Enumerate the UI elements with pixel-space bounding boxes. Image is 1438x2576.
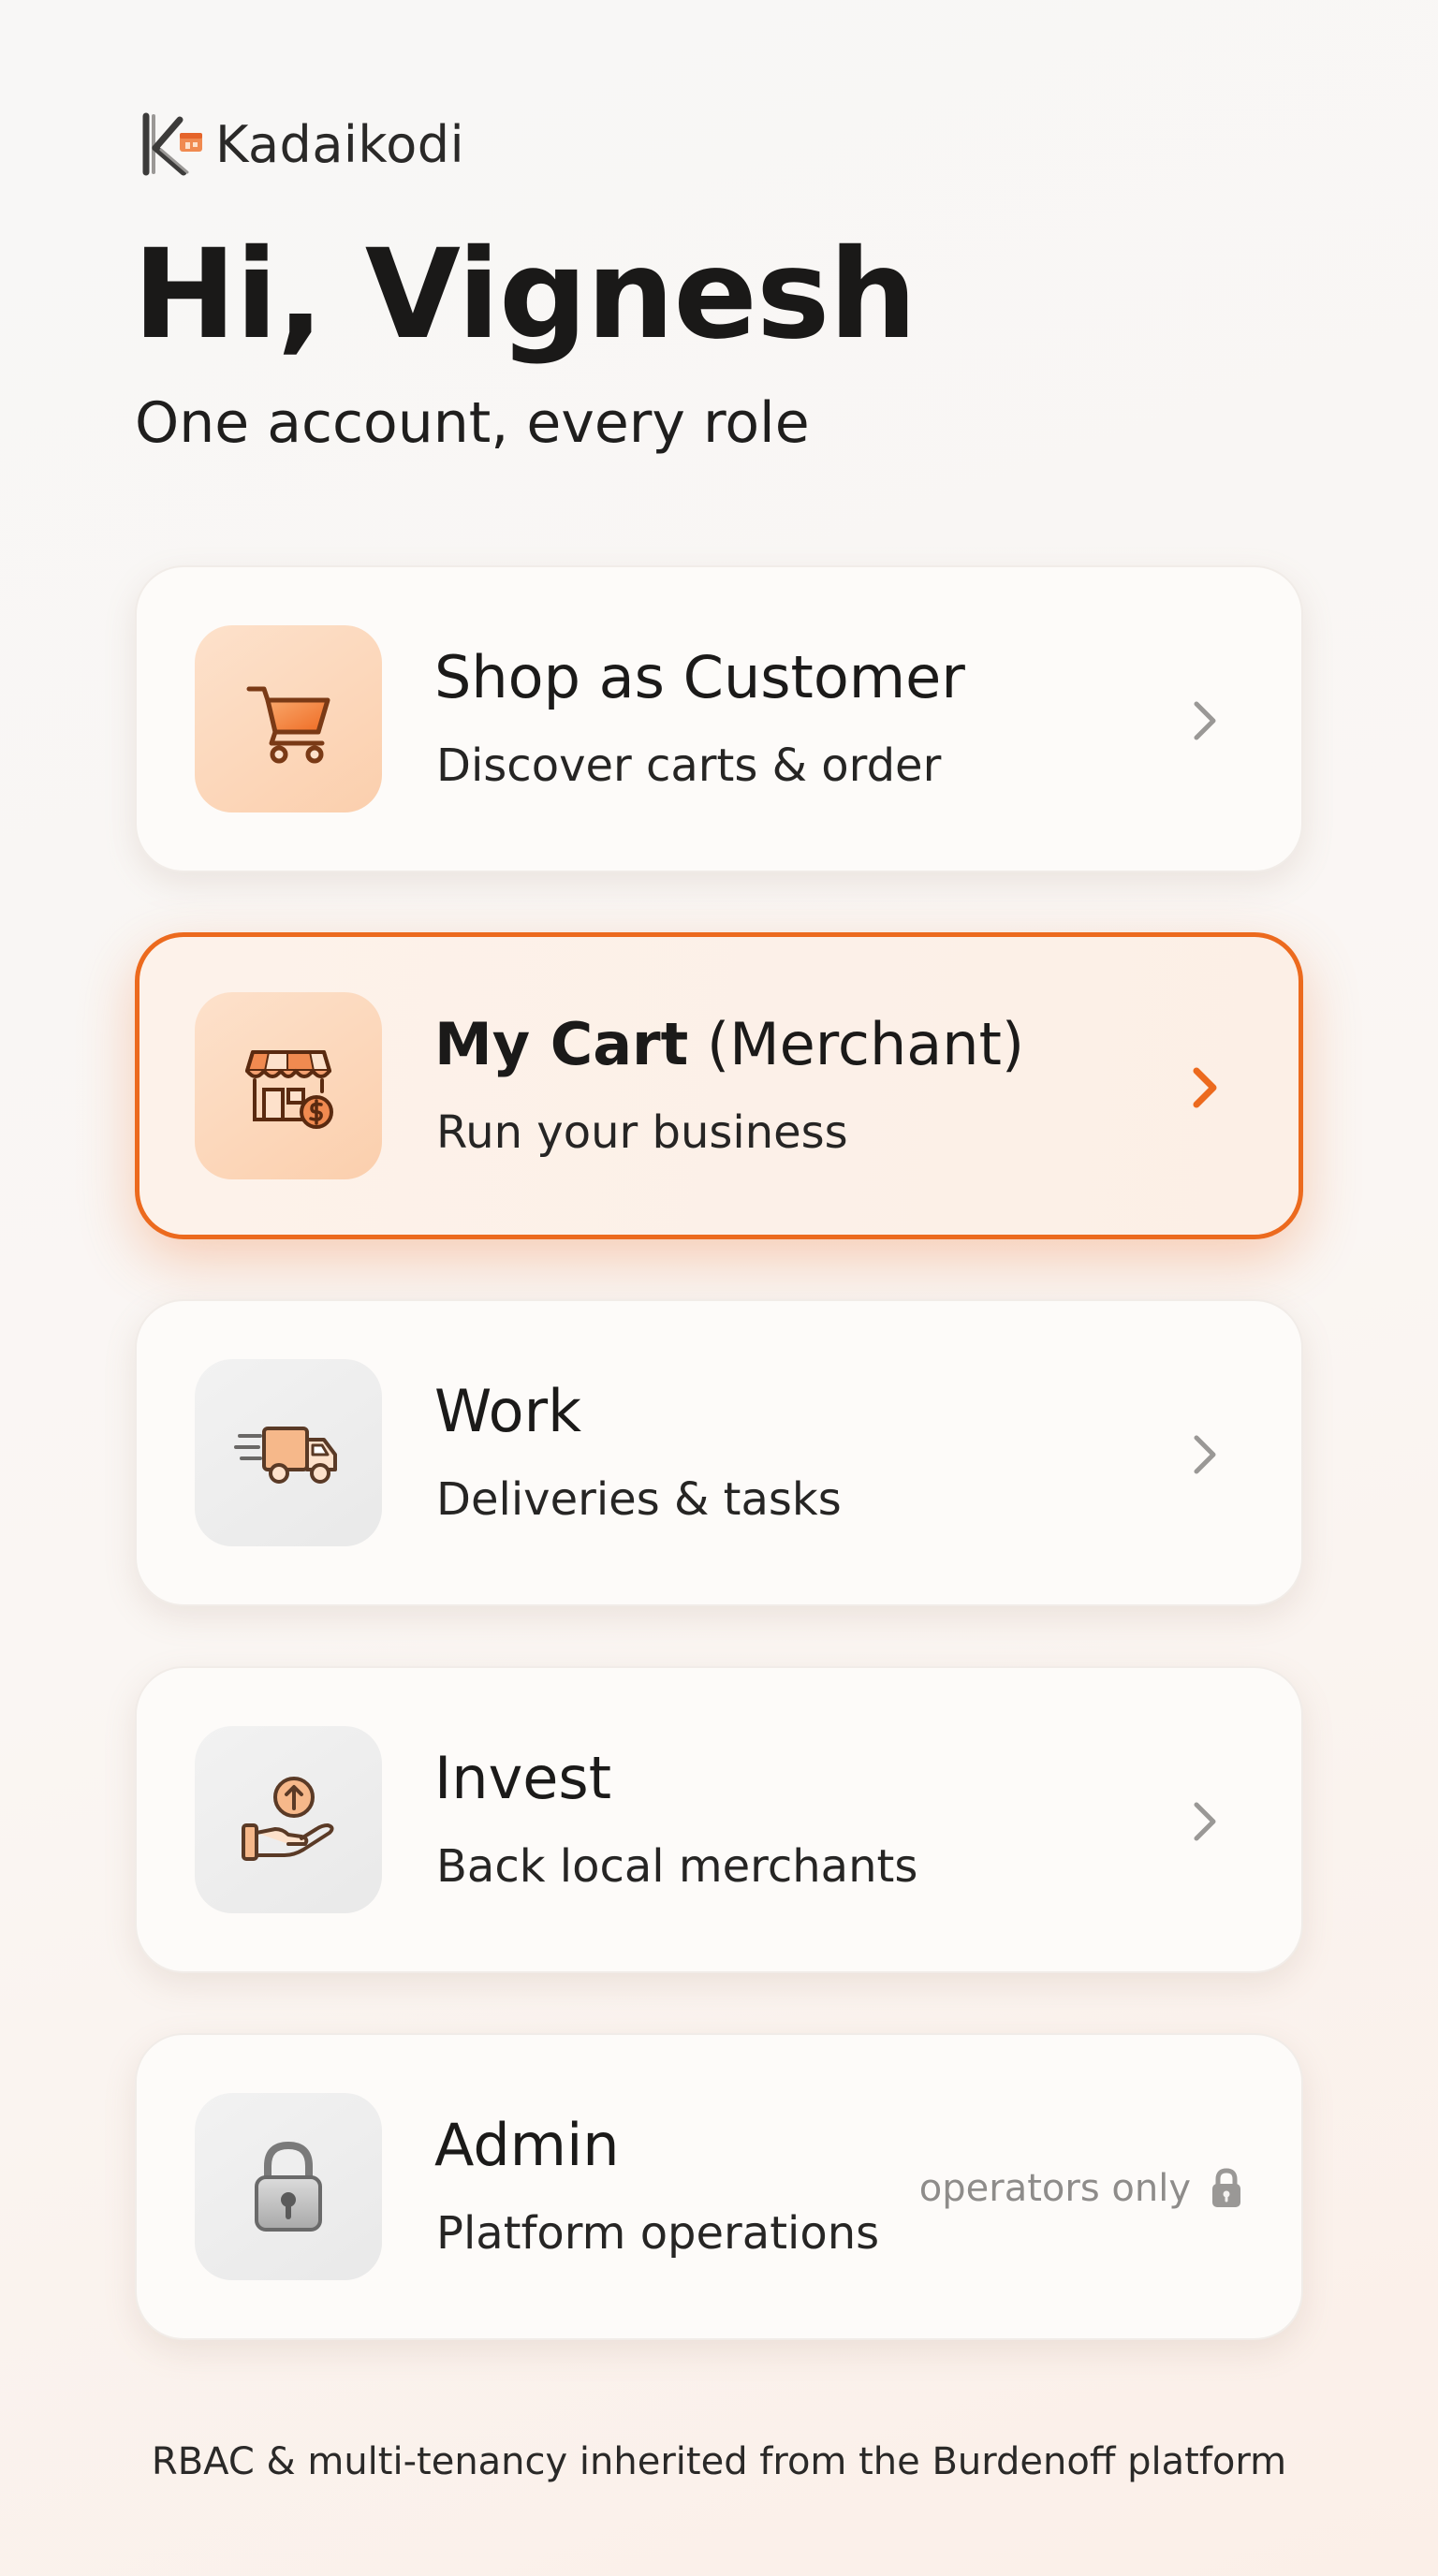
- role-title: Work: [434, 1377, 581, 1445]
- role-card-admin[interactable]: Admin Platform operations operators only: [135, 2033, 1303, 2340]
- footer-note: RBAC & multi-tenancy inherited from the …: [151, 2440, 1287, 2483]
- role-icon-tile: [195, 1726, 382, 1913]
- role-title: Invest: [434, 1744, 612, 1812]
- chevron-right-icon: [1194, 701, 1216, 740]
- role-card-invest[interactable]: Invest Back local merchants: [135, 1666, 1303, 1973]
- kadaikodi-logo-icon: [142, 112, 202, 176]
- cart-icon: [246, 686, 330, 764]
- role-icon-tile: [195, 992, 382, 1179]
- role-title: Shop as Customer: [434, 643, 965, 711]
- role-card-merchant[interactable]: My Cart (Merchant) Run your business: [135, 932, 1303, 1239]
- lock-icon: [1212, 2168, 1240, 2207]
- role-icon-tile: [195, 1359, 382, 1546]
- hand-coin-icon: [242, 1777, 334, 1861]
- role-subtitle: Back local merchants: [436, 1840, 918, 1893]
- role-icon-tile: [195, 625, 382, 812]
- greeting-heading: Hi, Vignesh: [133, 223, 917, 367]
- role-title-bold: My Cart: [434, 1010, 689, 1078]
- restricted-badge: operators only: [919, 2160, 1245, 2217]
- role-subtitle: Discover carts & order: [436, 739, 942, 792]
- role-card-customer[interactable]: Shop as Customer Discover carts & order: [135, 565, 1303, 872]
- app-name: Kadaikodi: [215, 114, 465, 174]
- role-subtitle: Platform operations: [436, 2207, 880, 2260]
- app-brand: Kadaikodi: [137, 109, 464, 180]
- role-title: Admin: [434, 2111, 620, 2179]
- chevron-right-icon: [1194, 1435, 1216, 1474]
- role-title-rest: (Merchant): [688, 1010, 1025, 1078]
- role-subtitle: Run your business: [436, 1106, 848, 1159]
- role-card-work[interactable]: Work Deliveries & tasks: [135, 1299, 1303, 1606]
- restricted-label: operators only: [918, 2167, 1191, 2210]
- storefront-icon: [245, 1050, 333, 1129]
- chevron-right-icon: [1194, 1802, 1216, 1841]
- padlock-icon: [255, 2141, 322, 2232]
- chevron-right-icon: [1193, 1067, 1217, 1108]
- role-subtitle: Deliveries & tasks: [436, 1473, 842, 1526]
- role-icon-tile: [195, 2093, 382, 2280]
- delivery-truck-icon: [234, 1427, 337, 1484]
- tagline: One account, every role: [135, 390, 810, 456]
- role-title: My Cart (Merchant): [434, 1010, 1025, 1078]
